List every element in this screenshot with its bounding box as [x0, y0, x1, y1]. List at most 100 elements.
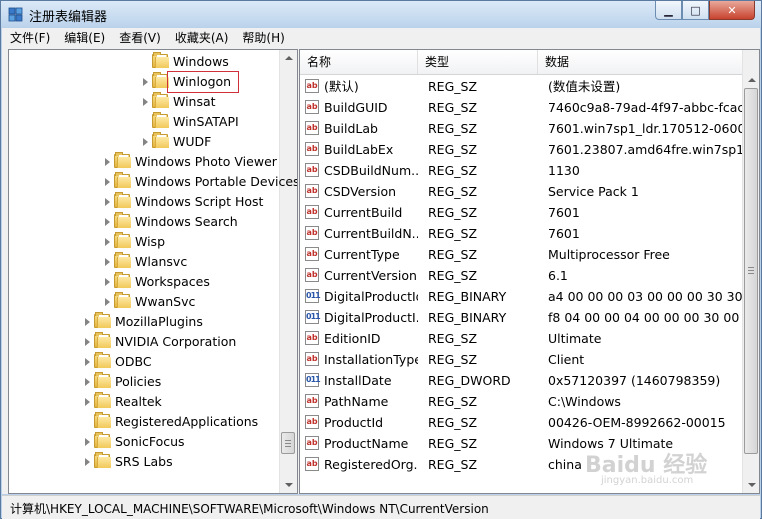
tree-item[interactable]: ODBC — [9, 352, 277, 372]
column-header-name[interactable]: 名称 — [300, 50, 418, 74]
folder-icon — [114, 292, 131, 308]
value-row[interactable]: ab CSDVersion REG_SZ Service Pack 1 — [300, 181, 742, 202]
value-row[interactable]: 011 InstallDate REG_DWORD 0x57120397 (14607… — [300, 370, 742, 391]
key-tree-pane[interactable]: Windows Winlogon Winsat WinSATAPI WUDF Window… — [8, 49, 298, 494]
value-name: CurrentBuildN... — [324, 226, 418, 241]
tree-item[interactable]: SRS Labs — [9, 452, 277, 472]
expand-arrow-icon[interactable] — [105, 158, 110, 166]
value-row[interactable]: ab CurrentVersion REG_SZ 6.1 — [300, 265, 742, 286]
expand-arrow-icon[interactable] — [143, 98, 148, 106]
value-row[interactable]: ab CSDBuildNum... REG_SZ 1130 — [300, 160, 742, 181]
binary-value-icon: 011 — [305, 289, 321, 303]
value-name: BuildLabEx — [324, 142, 394, 157]
tree-item[interactable]: WUDF — [9, 132, 277, 152]
menu-edit[interactable]: 编辑(E) — [56, 28, 111, 48]
expand-arrow-icon[interactable] — [105, 278, 110, 286]
expand-arrow-icon[interactable] — [105, 198, 110, 206]
list-header: 名称 类型 数据 — [300, 50, 759, 75]
expand-arrow-icon[interactable] — [143, 138, 148, 146]
value-row[interactable]: ab EditionID REG_SZ Ultimate — [300, 328, 742, 349]
tree-item[interactable]: Workspaces — [9, 272, 277, 292]
tree-item[interactable]: Wlansvc — [9, 252, 277, 272]
menu-bar: 文件(F) 编辑(E) 查看(V) 收藏夹(A) 帮助(H) — [2, 28, 760, 48]
expand-arrow-icon[interactable] — [85, 398, 90, 406]
tree-item[interactable]: Windows Photo Viewer — [9, 152, 277, 172]
tree-item[interactable]: MozillaPlugins — [9, 312, 277, 332]
tree-item-label-highlighted: Winlogon — [166, 71, 240, 93]
value-row[interactable]: ab CurrentBuild REG_SZ 7601 — [300, 202, 742, 223]
expand-arrow-icon[interactable] — [105, 258, 110, 266]
tree-vertical-scrollbar[interactable] — [279, 50, 297, 493]
tree-item[interactable]: Windows — [9, 52, 277, 72]
value-row[interactable]: ab CurrentBuildN... REG_SZ 7601 — [300, 223, 742, 244]
tree-item[interactable]: Windows Script Host — [9, 192, 277, 212]
value-type: REG_DWORD — [428, 373, 511, 388]
values-list-pane[interactable]: 名称 类型 数据 ab (默认) REG_SZ (数值未设置) ab BuildGUID R… — [299, 49, 760, 494]
value-row[interactable]: 011 DigitalProductId REG_BINARY a4 00 00 00… — [300, 286, 742, 307]
expand-arrow-icon[interactable] — [85, 438, 90, 446]
expand-arrow-icon[interactable] — [143, 78, 148, 86]
column-header-data[interactable]: 数据 — [538, 50, 759, 74]
expand-arrow-icon[interactable] — [105, 178, 110, 186]
expand-arrow-icon[interactable] — [105, 298, 110, 306]
expand-arrow-icon[interactable] — [85, 378, 90, 386]
list-scroll-thumb[interactable] — [744, 88, 758, 454]
maximize-button[interactable]: □ — [682, 1, 709, 20]
title-bar[interactable]: 注册表编辑器 ▁ □ ✕ — [1, 1, 761, 27]
value-row[interactable]: ab BuildGUID REG_SZ 7460c9a8-79ad-4f97-abbc… — [300, 97, 742, 118]
list-vertical-scrollbar[interactable] — [742, 50, 759, 493]
scroll-down-arrow-icon[interactable] — [285, 483, 293, 487]
minimize-button[interactable]: ▁ — [655, 1, 682, 20]
string-value-icon: ab — [305, 205, 319, 219]
tree-item[interactable]: RegisteredApplications — [9, 412, 277, 432]
tree-item[interactable]: WinSATAPI — [9, 112, 277, 132]
tree-item[interactable]: SonicFocus — [9, 432, 277, 452]
menu-view[interactable]: 查看(V) — [111, 28, 167, 48]
value-row[interactable]: ab InstallationType REG_SZ Client — [300, 349, 742, 370]
expand-arrow-icon[interactable] — [105, 238, 110, 246]
string-value-icon: ab — [305, 394, 319, 408]
tree-item[interactable]: NVIDIA Corporation — [9, 332, 277, 352]
menu-favorites[interactable]: 收藏夹(A) — [167, 28, 235, 48]
value-data: a4 00 00 00 03 00 00 00 30 30 34 — [548, 289, 742, 304]
tree-item-label: Realtek — [115, 394, 162, 409]
tree-item[interactable]: Policies — [9, 372, 277, 392]
value-data: Ultimate — [548, 331, 602, 346]
menu-help[interactable]: 帮助(H) — [234, 28, 290, 48]
tree-item-label: Windows Photo Viewer — [135, 154, 277, 169]
close-button[interactable]: ✕ — [709, 1, 755, 20]
value-row[interactable]: ab PathName REG_SZ C:\Windows — [300, 391, 742, 412]
value-row[interactable]: ab BuildLab REG_SZ 7601.win7sp1_ldr.170512-… — [300, 118, 742, 139]
tree-item[interactable]: Realtek — [9, 392, 277, 412]
tree-item-label: RegisteredApplications — [115, 414, 259, 429]
scroll-up-arrow-icon[interactable] — [285, 56, 293, 60]
expand-arrow-icon[interactable] — [85, 318, 90, 326]
expand-arrow-icon[interactable] — [85, 458, 90, 466]
tree-item-label: Wisp — [135, 234, 166, 249]
value-row[interactable]: ab CurrentType REG_SZ Multiprocessor Free — [300, 244, 742, 265]
tree-item[interactable]: Wisp — [9, 232, 277, 252]
tree-item[interactable]: Windows Search — [9, 212, 277, 232]
tree-item-label: Workspaces — [135, 274, 210, 289]
value-name: InstallDate — [324, 373, 392, 388]
expand-arrow-icon[interactable] — [85, 358, 90, 366]
tree-scroll-thumb[interactable] — [281, 432, 295, 454]
tree-item[interactable]: Windows Portable Devices — [9, 172, 297, 192]
scroll-up-arrow-icon[interactable] — [748, 78, 756, 82]
value-type: REG_SZ — [428, 457, 478, 472]
value-data: Multiprocessor Free — [548, 247, 670, 262]
expand-arrow-icon[interactable] — [85, 338, 90, 346]
value-row[interactable]: 011 DigitalProductI... REG_BINARY f8 04 00 … — [300, 307, 742, 328]
value-row[interactable]: ab ProductId REG_SZ 00426-OEM-8992662-00015 — [300, 412, 742, 433]
value-row[interactable]: ab BuildLabEx REG_SZ 7601.23807.amd64fre.wi… — [300, 139, 742, 160]
tree-item[interactable]: Winlogon — [9, 71, 277, 93]
string-value-icon: ab — [305, 100, 319, 114]
column-header-type[interactable]: 类型 — [418, 50, 538, 74]
tree-item[interactable]: WwanSvc — [9, 292, 277, 312]
menu-file[interactable]: 文件(F) — [2, 28, 56, 48]
status-path: 计算机\HKEY_LOCAL_MACHINE\SOFTWARE\Microsof… — [10, 502, 489, 516]
value-row[interactable]: ab (默认) REG_SZ (数值未设置) — [300, 76, 742, 97]
scroll-down-arrow-icon[interactable] — [748, 483, 756, 487]
expand-arrow-icon[interactable] — [105, 218, 110, 226]
tree-item[interactable]: Winsat — [9, 92, 277, 112]
